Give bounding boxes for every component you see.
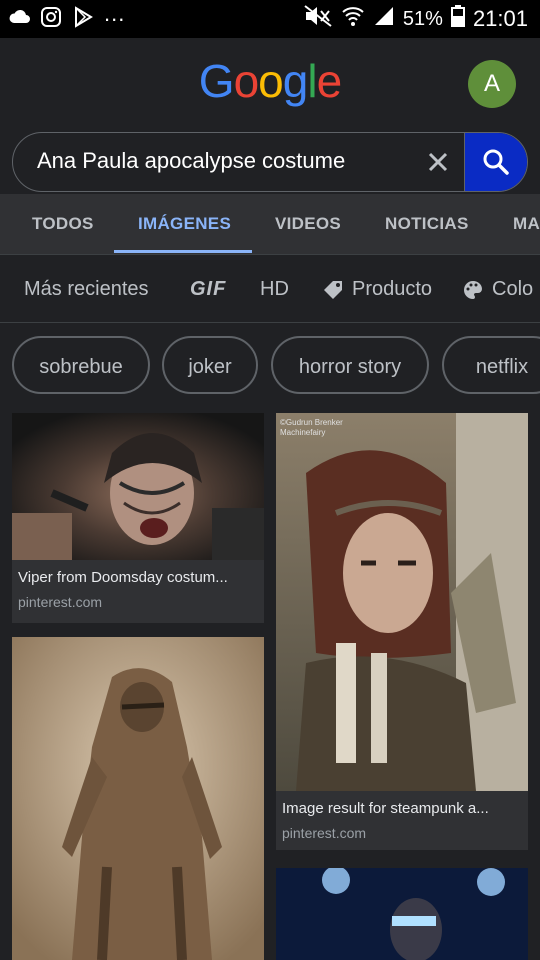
play-store-icon [72,6,94,28]
filter-recent[interactable]: Más recientes [24,278,149,301]
filter-gif[interactable]: GIF [190,278,226,301]
status-bar: ... 51% 21:01 [0,0,540,38]
result-thumbnail[interactable] [12,413,264,560]
tab-noticias[interactable]: NOTICIAS [385,214,469,234]
mute-icon [303,4,333,34]
filter-label: Más recientes [24,278,149,300]
search-box[interactable]: Ana Paula apocalypse costume [12,132,528,192]
logo-letter: g [282,55,309,107]
wifi-icon [341,5,365,33]
clear-search-button[interactable] [419,143,457,181]
battery-percent: 51% [402,7,443,30]
chip[interactable]: horror story [271,336,429,394]
search-tabs: TODOS IMÁGENES VIDEOS NOTICIAS MA [0,194,540,255]
notification-overflow: ... [104,1,126,26]
result-thumbnail[interactable]: ©Gudrun Brenker Machinefairy [276,413,528,791]
clock: 21:01 [472,6,528,31]
result-thumbnail[interactable] [12,637,264,960]
result-thumbnail[interactable] [276,868,528,960]
tab-more[interactable]: MA [513,214,540,234]
header: Google A Ana Paula apocalypse costume [0,38,540,194]
tab-todos[interactable]: TODOS [32,214,94,234]
search-icon [483,149,509,175]
logo-letter: e [316,55,343,107]
result-title[interactable]: Image result for steampunk a... [282,800,522,817]
logo-letter: l [307,55,317,107]
tab-imagenes[interactable]: IMÁGENES [138,214,231,234]
google-logo[interactable]: Google [0,54,540,108]
chip[interactable]: netflix [442,336,540,394]
palette-icon [464,280,482,299]
filter-label: HD [260,278,289,300]
result-title[interactable]: Viper from Doomsday costum... [18,569,258,586]
image-result[interactable]: ©Gudrun Brenker Machinefairy Image resul… [276,413,528,850]
battery-icon [450,5,465,33]
logo-letter: o [233,55,260,107]
image-watermark: Machinefairy [280,428,325,437]
tag-icon [324,280,342,299]
logo-letter: o [258,55,284,107]
image-result[interactable] [12,637,264,960]
close-icon [428,152,448,172]
instagram-icon [40,6,62,28]
filter-label: GIF [190,278,227,300]
filter-label: Producto [352,278,433,300]
filter-hd[interactable]: HD [260,278,289,301]
chip[interactable]: sobrebue [12,336,150,394]
filter-color[interactable]: Colo [462,278,533,301]
search-button[interactable] [464,133,527,191]
filter-product[interactable]: Producto [322,278,432,301]
logo-letter: G [198,55,235,107]
image-result[interactable] [276,868,528,960]
tab-videos[interactable]: VIDEOS [275,214,341,234]
result-source[interactable]: pinterest.com [282,825,366,841]
account-avatar[interactable]: A [468,60,516,108]
cloud-icon [8,6,30,28]
result-source[interactable]: pinterest.com [18,594,102,610]
filter-label: Colo [492,278,534,300]
active-tab-indicator [114,250,252,253]
filter-bar: Más recientes GIF HD Producto Colo [0,256,540,323]
image-watermark: ©Gudrun Brenker [280,418,343,427]
related-chips: sobrebue joker horror story netflix [0,334,540,400]
signal-icon [373,5,395,33]
chip[interactable]: joker [162,336,258,394]
image-result[interactable]: Viper from Doomsday costum... pinterest.… [12,413,264,623]
search-input[interactable]: Ana Paula apocalypse costume [37,148,345,174]
